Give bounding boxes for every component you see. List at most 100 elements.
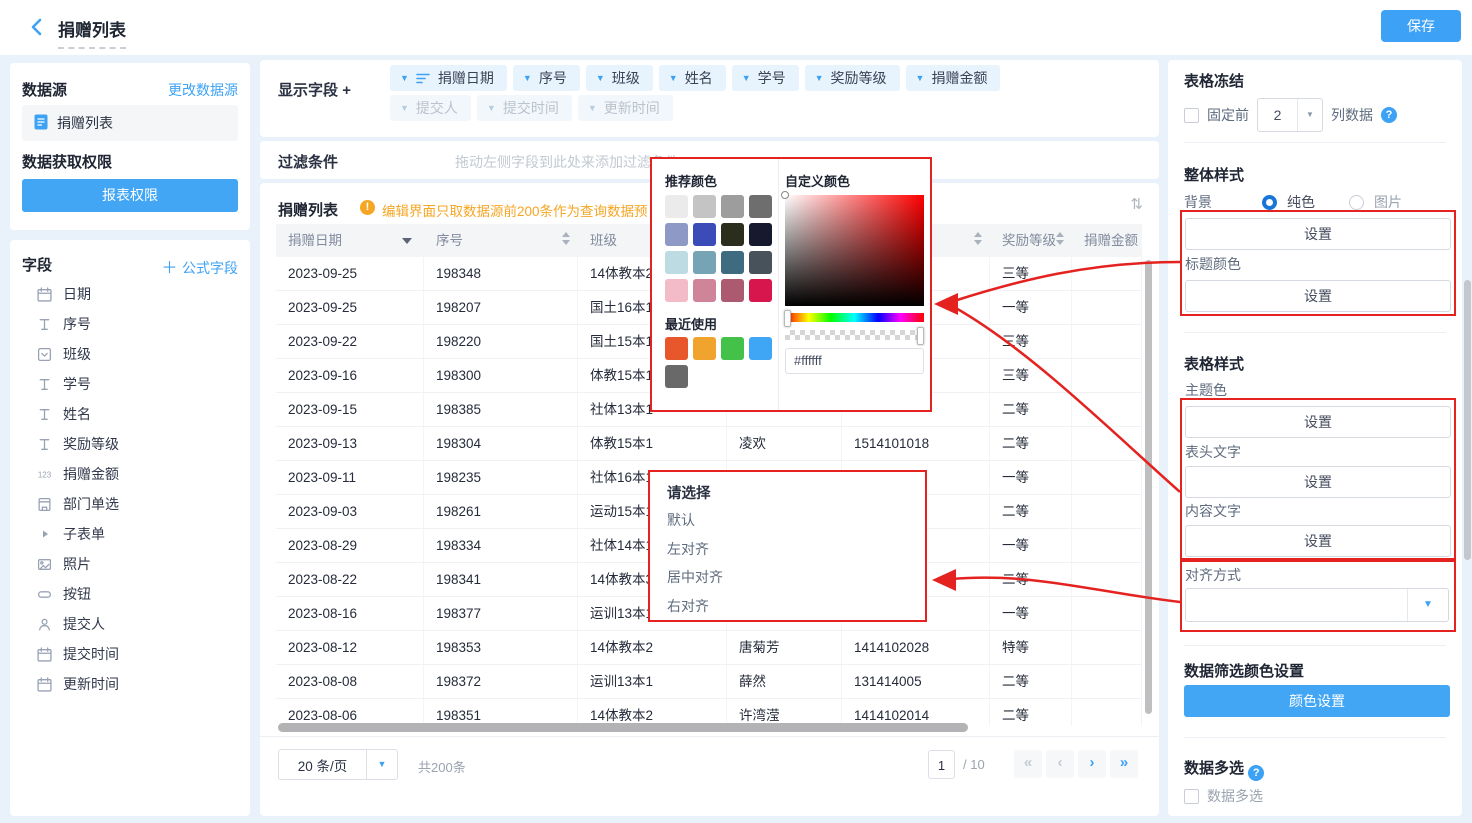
align-option-右对齐[interactable]: 右对齐 <box>667 596 709 616</box>
window-scrollbar[interactable] <box>1464 280 1471 560</box>
prev-page-button[interactable]: ‹ <box>1046 750 1074 778</box>
align-select[interactable]: ▼ <box>1185 588 1449 622</box>
table-row[interactable]: 2023-08-1219835314体教本2唐菊芳1414102028特等 <box>276 631 1142 665</box>
alpha-handle[interactable] <box>917 327 924 345</box>
recommended-color-swatch[interactable] <box>749 223 772 246</box>
vertical-scrollbar[interactable] <box>1145 260 1152 714</box>
display-field-chip-提交人[interactable]: ▼提交人 <box>390 95 471 121</box>
display-field-chip-捐赠日期[interactable]: ▼捐赠日期 <box>390 65 507 91</box>
change-datasource-link[interactable]: 更改数据源 <box>168 80 238 100</box>
table-row[interactable]: 2023-08-0619835114体教本2许湾滢1414102014二等 <box>276 699 1142 726</box>
next-page-button[interactable]: › <box>1078 750 1106 778</box>
recommended-color-swatch[interactable] <box>749 279 772 302</box>
field-item-奖励等级[interactable]: 奖励等级 <box>10 429 250 459</box>
table-row[interactable]: 2023-08-08198372运训13本1薛然131414005二等 <box>276 665 1142 699</box>
picker-dot[interactable] <box>781 191 789 199</box>
recommended-color-swatch[interactable] <box>665 195 688 218</box>
recommended-color-swatch[interactable] <box>665 223 688 246</box>
sort-updown-icon[interactable] <box>974 232 982 245</box>
recommended-color-swatch[interactable] <box>721 223 744 246</box>
table-row[interactable]: 2023-09-13198304体教15本1凌欢1514101018二等 <box>276 427 1142 461</box>
field-item-提交时间[interactable]: 提交时间 <box>10 639 250 669</box>
field-item-捐赠金额[interactable]: 123捐赠金额 <box>10 459 250 489</box>
field-item-按钮[interactable]: 按钮 <box>10 579 250 609</box>
title-color-set-button[interactable]: 设置 <box>1185 280 1451 312</box>
recommended-color-swatch[interactable] <box>721 251 744 274</box>
align-option-左对齐[interactable]: 左对齐 <box>667 539 709 559</box>
align-option-居中对齐[interactable]: 居中对齐 <box>667 567 723 587</box>
field-item-学号[interactable]: 学号 <box>10 369 250 399</box>
help-icon[interactable]: ? <box>1381 107 1397 123</box>
field-item-子表单[interactable]: 子表单 <box>10 519 250 549</box>
display-field-chip-姓名[interactable]: ▼姓名 <box>659 65 726 91</box>
multi-select-checkbox[interactable] <box>1184 789 1199 804</box>
hue-slider[interactable] <box>785 313 924 322</box>
header-text-set-button[interactable]: 设置 <box>1185 466 1451 498</box>
alpha-slider[interactable] <box>785 330 924 340</box>
column-header-捐赠金额[interactable]: 捐赠金额 <box>1072 224 1142 257</box>
saturation-picker[interactable] <box>785 195 924 306</box>
table-sort-icon[interactable]: ⇅ <box>1130 195 1143 213</box>
add-field-icon[interactable]: + <box>342 82 351 99</box>
display-field-chip-班级[interactable]: ▼班级 <box>586 65 653 91</box>
field-item-班级[interactable]: 班级 <box>10 339 250 369</box>
recent-color-swatch[interactable] <box>749 337 772 360</box>
background-set-button[interactable]: 设置 <box>1185 218 1451 250</box>
horizontal-scrollbar[interactable] <box>278 723 968 732</box>
recommended-color-swatch[interactable] <box>749 251 772 274</box>
report-permission-button[interactable]: 报表权限 <box>22 179 238 212</box>
recommended-color-swatch[interactable] <box>749 195 772 218</box>
recent-color-swatch[interactable] <box>721 337 744 360</box>
freeze-checkbox[interactable] <box>1184 108 1199 123</box>
page-size-select[interactable]: 20 条/页 ▼ <box>278 749 398 780</box>
back-icon[interactable] <box>26 16 48 38</box>
recent-color-swatch[interactable] <box>693 337 716 360</box>
field-item-部门单选[interactable]: 部门单选 <box>10 489 250 519</box>
last-page-button[interactable]: » <box>1110 750 1138 778</box>
recommended-color-swatch[interactable] <box>665 279 688 302</box>
freeze-count-select[interactable]: 2 ▼ <box>1257 98 1323 132</box>
theme-color-set-button[interactable]: 设置 <box>1185 406 1451 438</box>
sort-desc-icon[interactable] <box>402 238 412 244</box>
help-icon[interactable]: ? <box>1248 765 1264 781</box>
recent-color-swatch[interactable] <box>665 365 688 388</box>
display-field-chip-捐赠金额[interactable]: ▼捐赠金额 <box>906 65 1001 91</box>
sort-updown-icon[interactable] <box>562 232 570 245</box>
column-header-奖励等级[interactable]: 奖励等级 <box>990 224 1072 257</box>
display-field-chip-序号[interactable]: ▼序号 <box>513 65 580 91</box>
field-item-提交人[interactable]: 提交人 <box>10 609 250 639</box>
align-option-默认[interactable]: 默认 <box>667 510 695 530</box>
field-item-更新时间[interactable]: 更新时间 <box>10 669 250 699</box>
column-header-捐赠日期[interactable]: 捐赠日期 <box>276 224 424 257</box>
solid-color-radio[interactable] <box>1262 195 1277 210</box>
display-field-chip-提交时间[interactable]: ▼提交时间 <box>477 95 572 121</box>
first-page-button[interactable]: « <box>1014 750 1042 778</box>
add-formula-field-link[interactable]: ＋ 公式字段 <box>162 254 238 278</box>
datasource-item[interactable]: 捐赠列表 <box>22 105 238 141</box>
filter-dropzone[interactable]: 拖动左侧字段到此处来添加过滤条件 <box>455 152 679 172</box>
recommended-color-swatch[interactable] <box>721 279 744 302</box>
column-header-序号[interactable]: 序号 <box>424 224 578 257</box>
recommended-color-swatch[interactable] <box>693 251 716 274</box>
recent-color-swatch[interactable] <box>665 337 688 360</box>
sort-updown-icon[interactable] <box>1056 232 1064 245</box>
recommended-color-swatch[interactable] <box>721 195 744 218</box>
recommended-color-swatch[interactable] <box>693 195 716 218</box>
hex-color-input[interactable]: #ffffff <box>785 348 924 374</box>
save-button[interactable]: 保存 <box>1381 10 1461 42</box>
display-field-chip-学号[interactable]: ▼学号 <box>732 65 799 91</box>
display-field-chip-奖励等级[interactable]: ▼奖励等级 <box>805 65 900 91</box>
field-item-姓名[interactable]: 姓名 <box>10 399 250 429</box>
content-text-set-button[interactable]: 设置 <box>1185 525 1451 557</box>
hue-handle[interactable] <box>784 310 791 327</box>
display-field-chip-更新时间[interactable]: ▼更新时间 <box>578 95 673 121</box>
recommended-color-swatch[interactable] <box>693 223 716 246</box>
recommended-color-swatch[interactable] <box>693 279 716 302</box>
image-radio[interactable] <box>1349 195 1364 210</box>
field-item-照片[interactable]: 照片 <box>10 549 250 579</box>
field-item-序号[interactable]: 序号 <box>10 309 250 339</box>
field-item-日期[interactable]: 日期 <box>10 279 250 309</box>
page-number-input[interactable]: 1 <box>928 750 955 779</box>
color-set-button[interactable]: 颜色设置 <box>1184 685 1450 717</box>
recommended-color-swatch[interactable] <box>665 251 688 274</box>
